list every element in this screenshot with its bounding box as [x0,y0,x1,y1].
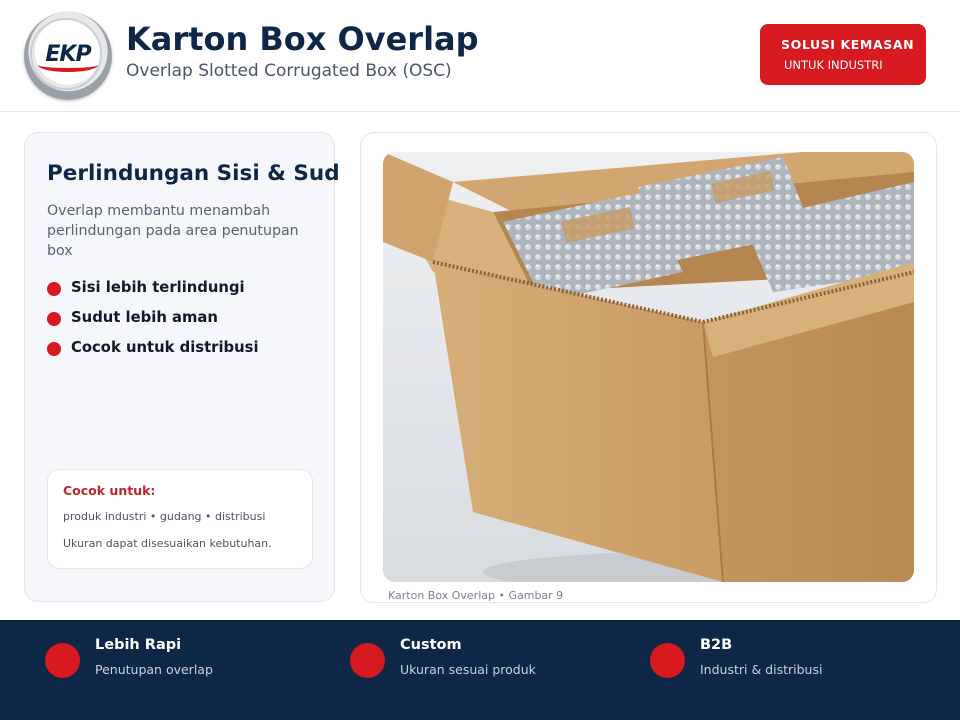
feature-dot-icon [45,643,80,678]
feature-title: B2B [700,637,733,653]
cardboard-box-illustration [383,152,914,582]
feature-title: Custom [400,637,462,653]
note-size: Ukuran dapat disesuaikan kebutuhan. [63,537,272,550]
bullet-dot-icon [47,282,61,296]
feature-dot-icon [350,643,385,678]
benefit-text: Sisi lebih terlindungi [71,279,245,296]
feature-dot-icon [650,643,685,678]
feature-subtitle: Industri & distribusi [700,662,823,677]
solution-badge: SOLUSI KEMASAN UNTUK INDUSTRI [760,24,926,85]
note-title: Cocok untuk: [63,483,156,498]
benefit-text: Cocok untuk distribusi [71,339,259,356]
benefit-text: Sudut lebih aman [71,309,218,326]
suitable-for-note: Cocok untuk: produk industri • gudang • … [47,469,313,569]
image-caption: Karton Box Overlap • Gambar 9 [388,589,564,602]
protection-description: Overlap membantu menambah perlindungan p… [47,203,299,259]
page-subtitle: Overlap Slotted Corrugated Box (OSC) [126,61,452,81]
protection-card: Perlindungan Sisi & Sud Overlap membantu… [24,132,340,602]
badge-line-2: UNTUK INDUSTRI [784,58,883,72]
feature-subtitle: Ukuran sesuai produk [400,662,536,677]
page-title: Karton Box Overlap [126,20,479,58]
feature-subtitle: Penutupan overlap [95,662,213,677]
product-photo [383,152,914,582]
badge-line-1: SOLUSI KEMASAN [781,37,915,52]
header: EKP Karton Box Overlap Overlap Slotted C… [0,0,960,112]
bullet-dot-icon [47,312,61,326]
logo-mark: EKP [45,42,91,67]
product-image-card: Karton Box Overlap • Gambar 9 [360,132,937,603]
feature-footer: Lebih Rapi Penutupan overlap Custom Ukur… [0,620,960,720]
bullet-dot-icon [47,342,61,356]
note-list: produk industri • gudang • distribusi [63,510,266,523]
company-logo: EKP [24,12,112,100]
feature-title: Lebih Rapi [95,637,182,653]
protection-heading: Perlindungan Sisi & Sud [47,161,340,186]
